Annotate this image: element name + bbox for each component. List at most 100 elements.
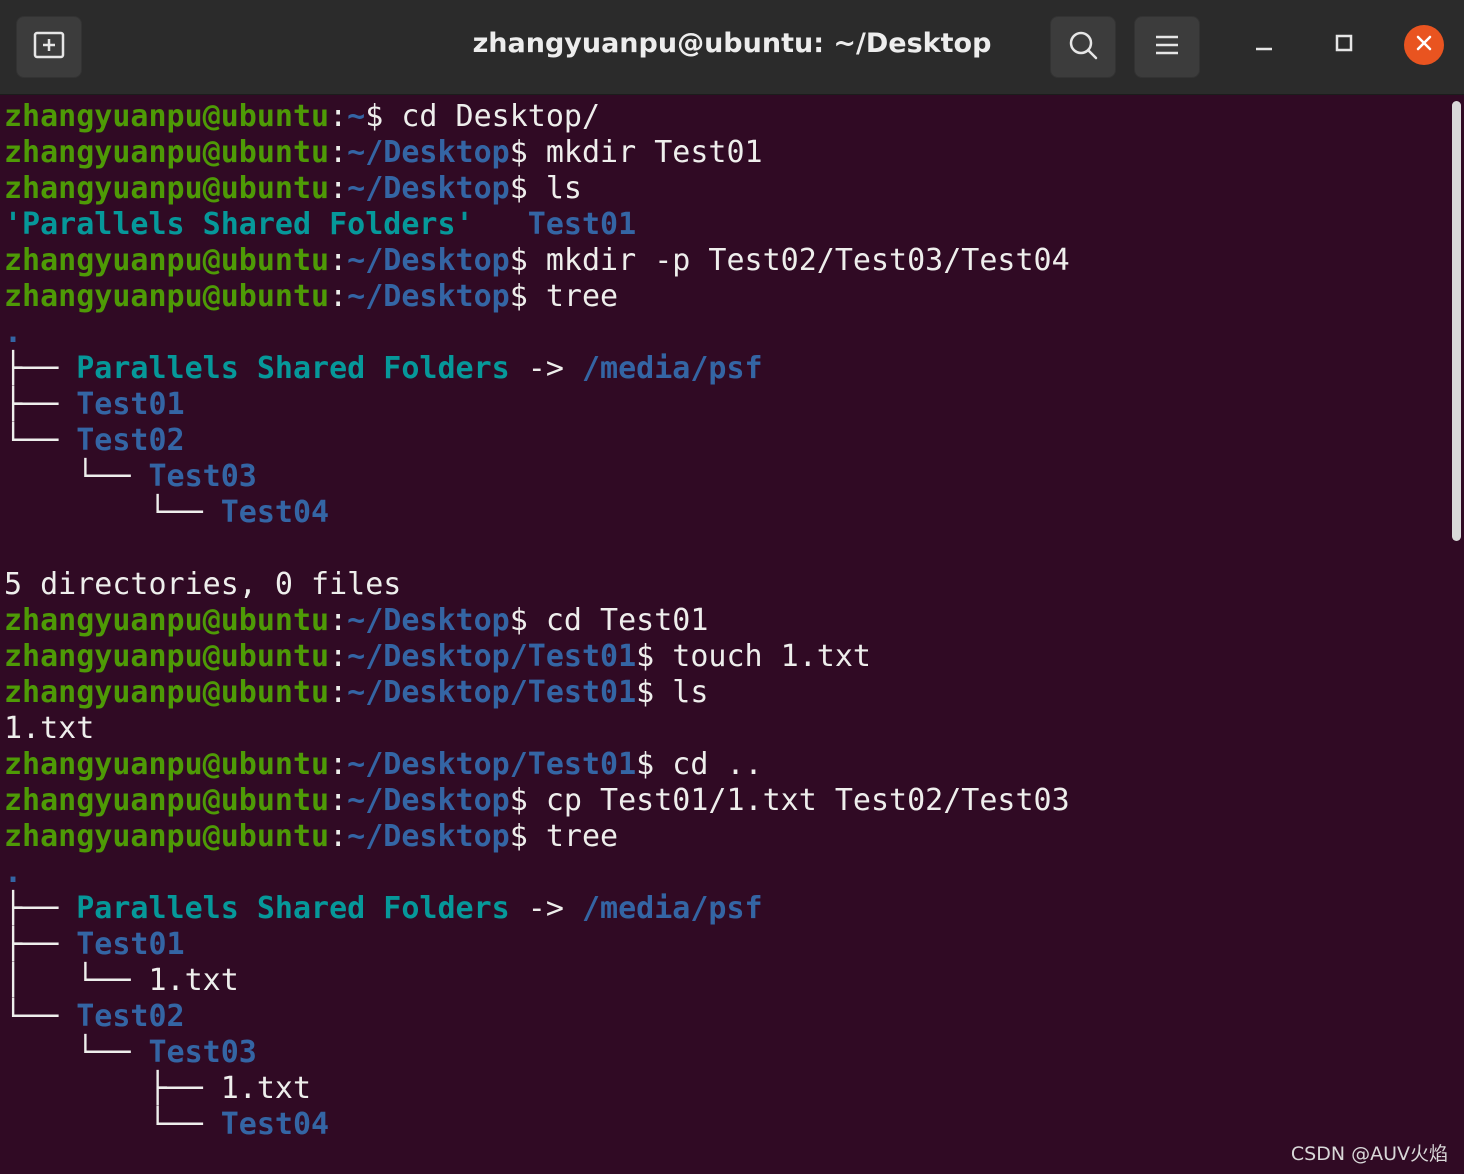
terminal-segment: ├── bbox=[4, 1071, 221, 1106]
terminal-segment: └── bbox=[4, 423, 77, 458]
terminal-line: zhangyuanpu@ubuntu:~/Desktop/Test01$ cd … bbox=[4, 747, 1070, 783]
terminal-segment: └── bbox=[4, 495, 221, 530]
terminal-line: zhangyuanpu@ubuntu:~/Desktop/Test01$ tou… bbox=[4, 639, 1070, 675]
terminal-segment bbox=[474, 207, 528, 242]
terminal-line: ├── Test01 bbox=[4, 387, 1070, 423]
terminal-line: ├── 1.txt bbox=[4, 1071, 1070, 1107]
terminal-segment: $ cd .. bbox=[636, 747, 763, 782]
hamburger-menu-icon bbox=[1154, 34, 1180, 60]
terminal-line: └── Test02 bbox=[4, 999, 1070, 1035]
terminal-segment: -> bbox=[509, 351, 582, 386]
terminal-segment: zhangyuanpu@ubuntu bbox=[4, 171, 330, 206]
terminal-segment: $ tree bbox=[509, 279, 619, 314]
terminal-segment: . bbox=[4, 315, 23, 350]
terminal-segment: ├── bbox=[4, 387, 77, 422]
terminal-segment: : bbox=[329, 639, 348, 674]
maximize-button[interactable] bbox=[1321, 22, 1367, 68]
terminal-segment: ├── bbox=[4, 351, 77, 386]
terminal-segment: : bbox=[329, 279, 348, 314]
terminal-segment: $ mkdir Test01 bbox=[509, 135, 763, 170]
terminal-area[interactable]: zhangyuanpu@ubuntu:~$ cd Desktop/zhangyu… bbox=[0, 95, 1464, 1174]
terminal-segment: ~ bbox=[347, 99, 366, 134]
terminal-segment: Test01 bbox=[76, 387, 185, 422]
terminal-segment: : bbox=[329, 99, 348, 134]
terminal-line: . bbox=[4, 855, 1070, 891]
terminal-segment: /media/psf bbox=[581, 351, 763, 386]
terminal-line: ├── Test01 bbox=[4, 927, 1070, 963]
terminal-segment: $ mkdir -p Test02/Test03/Test04 bbox=[509, 243, 1070, 278]
terminal-segment: $ tree bbox=[509, 819, 619, 854]
terminal-segment: /media/psf bbox=[581, 891, 763, 926]
scrollbar-thumb[interactable] bbox=[1452, 101, 1461, 541]
terminal-line: zhangyuanpu@ubuntu:~/Desktop/Test01$ ls bbox=[4, 675, 1070, 711]
terminal-segment: ├── bbox=[4, 927, 77, 962]
terminal-segment: $ ls bbox=[509, 171, 582, 206]
terminal-segment: 1.txt bbox=[4, 711, 95, 746]
terminal-segment: ├── bbox=[4, 891, 77, 926]
terminal-segment: : bbox=[329, 819, 348, 854]
terminal-line: zhangyuanpu@ubuntu:~/Desktop$ tree bbox=[4, 279, 1070, 315]
terminal-line: . bbox=[4, 315, 1070, 351]
terminal-segment: : bbox=[329, 675, 348, 710]
close-button[interactable] bbox=[1401, 22, 1447, 68]
terminal-segment: ~/Desktop bbox=[347, 819, 510, 854]
terminal-segment: ~/Desktop bbox=[347, 135, 510, 170]
terminal-segment: $ cd Test01 bbox=[509, 603, 709, 638]
terminal-segment: : bbox=[329, 171, 348, 206]
terminal-segment: -> bbox=[509, 891, 582, 926]
terminal-segment: zhangyuanpu@ubuntu bbox=[4, 603, 330, 638]
terminal-segment: ~/Desktop/Test01 bbox=[347, 747, 637, 782]
terminal-line: 1.txt bbox=[4, 711, 1070, 747]
terminal-segment: : bbox=[329, 243, 348, 278]
terminal-segment: : bbox=[329, 783, 348, 818]
terminal-segment: └── bbox=[4, 459, 149, 494]
minimize-button[interactable] bbox=[1241, 22, 1287, 68]
terminal-segment: : bbox=[329, 747, 348, 782]
terminal-line: ├── Parallels Shared Folders -> /media/p… bbox=[4, 891, 1070, 927]
terminal-segment: zhangyuanpu@ubuntu bbox=[4, 675, 330, 710]
terminal-line: └── Test04 bbox=[4, 495, 1070, 531]
title-bar: zhangyuanpu@ubuntu: ~/Desktop bbox=[0, 0, 1464, 95]
maximize-icon bbox=[1334, 33, 1354, 57]
terminal-segment: 5 directories, 0 files bbox=[4, 567, 402, 602]
terminal-segment: └── bbox=[4, 999, 77, 1034]
terminal-segment: zhangyuanpu@ubuntu bbox=[4, 99, 330, 134]
terminal-segment: ~/Desktop bbox=[347, 279, 510, 314]
terminal-segment: $ ls bbox=[636, 675, 709, 710]
terminal-segment: Parallels Shared Folders bbox=[76, 351, 510, 386]
terminal-segment: Parallels Shared Folders bbox=[76, 891, 510, 926]
terminal-segment: Test01 bbox=[527, 207, 637, 242]
terminal-line: zhangyuanpu@ubuntu:~/Desktop$ mkdir Test… bbox=[4, 135, 1070, 171]
terminal-segment: zhangyuanpu@ubuntu bbox=[4, 639, 330, 674]
terminal-segment: ~/Desktop bbox=[347, 243, 510, 278]
search-button[interactable] bbox=[1050, 16, 1116, 78]
terminal-segment: zhangyuanpu@ubuntu bbox=[4, 135, 330, 170]
terminal-segment: 1.txt bbox=[220, 1071, 312, 1106]
terminal-segment: Test04 bbox=[220, 1107, 330, 1142]
terminal-segment: zhangyuanpu@ubuntu bbox=[4, 243, 330, 278]
terminal-line: zhangyuanpu@ubuntu:~/Desktop$ cd Test01 bbox=[4, 603, 1070, 639]
terminal-segment: └── bbox=[4, 1107, 221, 1142]
terminal-line: └── Test03 bbox=[4, 1035, 1070, 1071]
terminal-line: └── Test04 bbox=[4, 1107, 1070, 1143]
terminal-line: ├── Parallels Shared Folders -> /media/p… bbox=[4, 351, 1070, 387]
terminal-segment: $ touch 1.txt bbox=[636, 639, 871, 674]
terminal-segment: 'Parallels Shared Folders' bbox=[4, 207, 474, 242]
scrollbar[interactable] bbox=[1448, 95, 1464, 1174]
terminal-line: zhangyuanpu@ubuntu:~$ cd Desktop/ bbox=[4, 99, 1070, 135]
terminal-line: zhangyuanpu@ubuntu:~/Desktop$ cp Test01/… bbox=[4, 783, 1070, 819]
terminal-segment: 1.txt bbox=[148, 963, 239, 998]
close-button-bg bbox=[1404, 25, 1444, 65]
terminal-segment: : bbox=[329, 135, 348, 170]
terminal-segment: └── bbox=[4, 1035, 149, 1070]
menu-button[interactable] bbox=[1134, 16, 1200, 78]
terminal-output: zhangyuanpu@ubuntu:~$ cd Desktop/zhangyu… bbox=[4, 99, 1070, 1143]
terminal-line: 5 directories, 0 files bbox=[4, 567, 1070, 603]
minimize-icon bbox=[1254, 33, 1274, 57]
terminal-segment: Test01 bbox=[76, 927, 185, 962]
terminal-segment: $ cd Desktop/ bbox=[365, 99, 601, 134]
terminal-segment: : bbox=[329, 603, 348, 638]
terminal-segment: Test03 bbox=[148, 459, 257, 494]
terminal-segment: Test03 bbox=[148, 1035, 257, 1070]
